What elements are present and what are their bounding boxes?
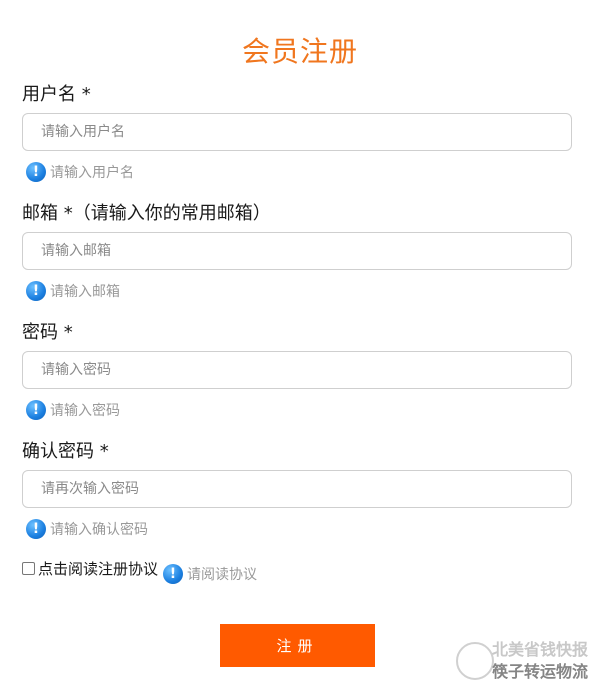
email-label: 邮箱 *（请输入你的常用邮箱） (22, 203, 271, 224)
confirm-password-hint-text: 请输入确认密码 (50, 522, 148, 538)
confirm-password-hint: ! 请输入确认密码 (26, 519, 148, 539)
password-input[interactable] (22, 351, 572, 389)
info-icon: ! (163, 564, 183, 584)
email-hint: ! 请输入邮箱 (26, 281, 120, 301)
username-label: 用户名 * (22, 84, 91, 105)
agreement-hint-text: 请阅读协议 (187, 567, 257, 583)
agreement-checkbox[interactable] (22, 562, 35, 575)
password-hint-text: 请输入密码 (50, 403, 120, 419)
agreement-label[interactable]: 点击阅读注册协议 (38, 558, 158, 579)
password-label: 密码 * (22, 322, 73, 343)
info-icon: ! (26, 162, 46, 182)
password-hint: ! 请输入密码 (26, 400, 120, 420)
username-hint-text: 请输入用户名 (50, 165, 134, 181)
register-button[interactable]: 注册 (220, 624, 375, 667)
info-icon: ! (26, 519, 46, 539)
username-input[interactable] (22, 113, 572, 151)
agreement-hint: ! 请阅读协议 (163, 564, 257, 584)
agreement-row[interactable]: 点击阅读注册协议 (22, 558, 158, 579)
email-hint-text: 请输入邮箱 (50, 284, 120, 300)
info-icon: ! (26, 281, 46, 301)
watermark-logo-icon (456, 642, 494, 680)
page-title: 会员注册 (241, 35, 358, 68)
confirm-password-input[interactable] (22, 470, 572, 508)
email-input[interactable] (22, 232, 572, 270)
watermark-line-1: 北美省钱快报 (492, 640, 589, 659)
username-hint: ! 请输入用户名 (26, 162, 134, 182)
watermark-line-2: 筷子转运物流 (492, 662, 589, 681)
confirm-password-label: 确认密码 * (22, 441, 109, 462)
info-icon: ! (26, 400, 46, 420)
watermark: 北美省钱快报 筷子转运物流 (452, 628, 600, 690)
